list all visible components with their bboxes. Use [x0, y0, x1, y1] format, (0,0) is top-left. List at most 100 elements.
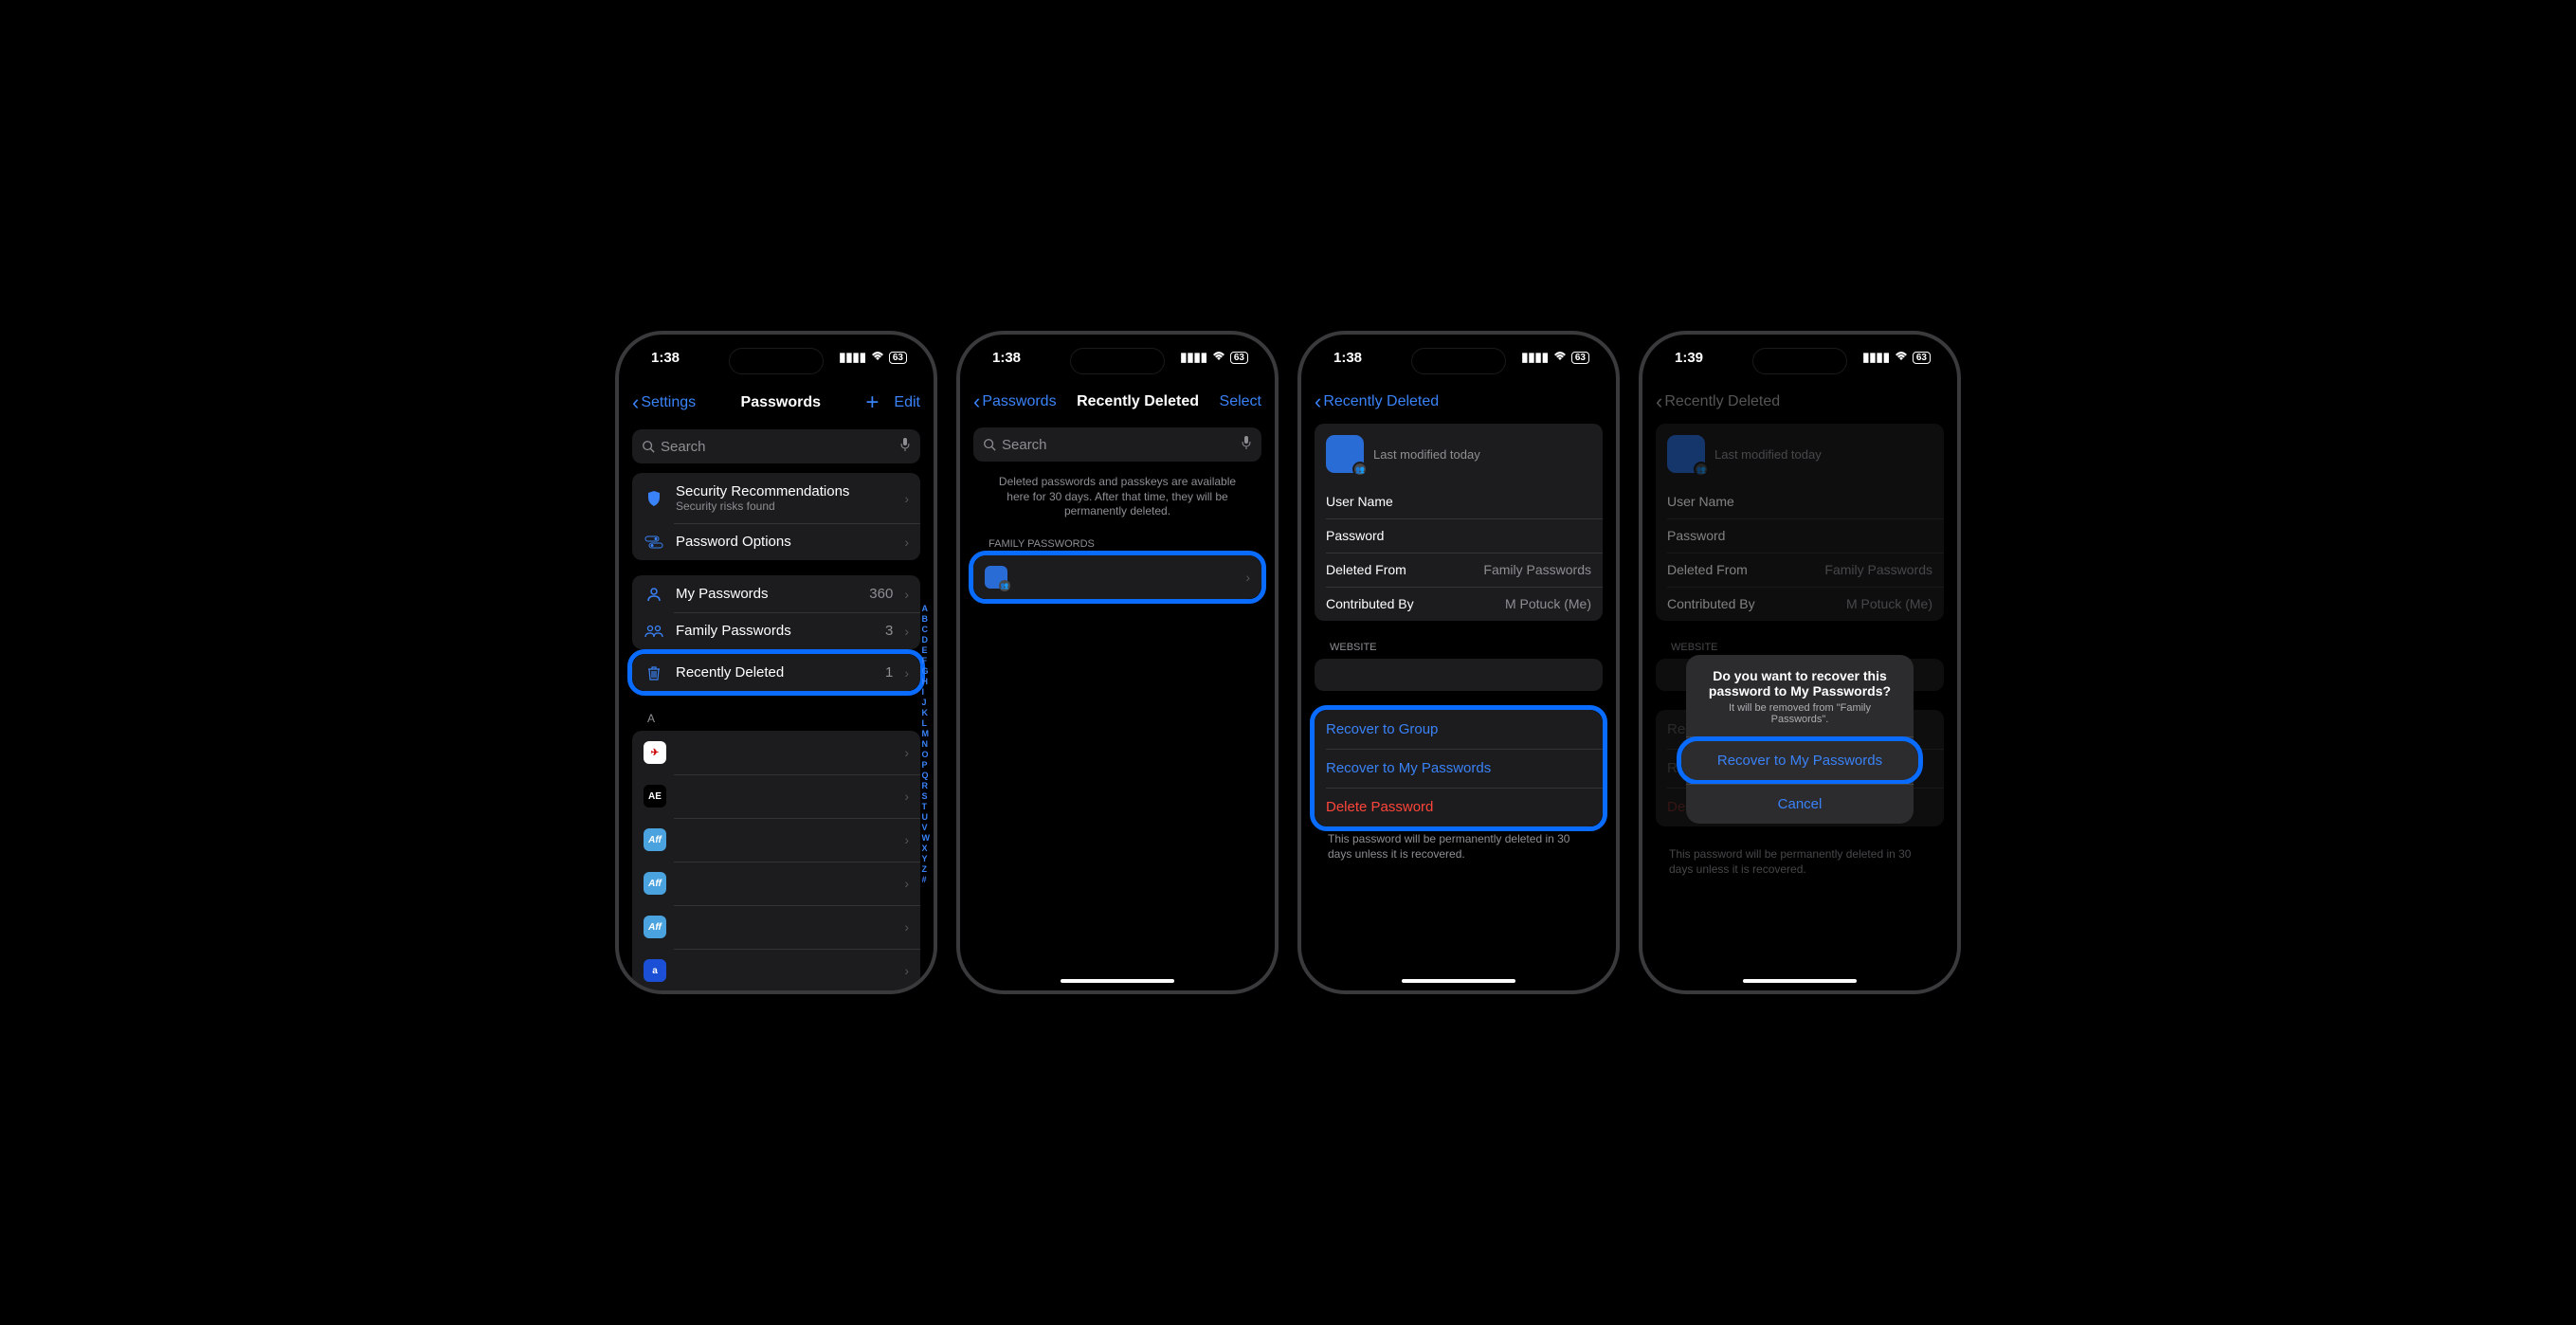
battery-icon: 63	[1913, 352, 1931, 364]
password-row[interactable]: Password	[1315, 518, 1603, 553]
list-item[interactable]: AE ›	[632, 774, 920, 818]
my-passwords[interactable]: My Passwords 360 ›	[632, 575, 920, 612]
recover-to-group-button[interactable]: Recover to Group	[1315, 710, 1603, 749]
back-button[interactable]: ‹ Settings	[632, 390, 696, 415]
search-input[interactable]: Search	[973, 427, 1261, 462]
cell-label: My Passwords	[676, 586, 858, 602]
website-header: WEBSITE	[1315, 636, 1603, 659]
alert-recover-button[interactable]: Recover to My Passwords	[1681, 741, 1918, 780]
back-button: ‹ Recently Deleted	[1656, 390, 1780, 414]
delete-password-button[interactable]: Delete Password	[1315, 788, 1603, 826]
app-icon: Aff	[644, 828, 666, 851]
back-label: Settings	[641, 394, 696, 411]
select-label: Select	[1220, 393, 1261, 410]
add-button[interactable]: +	[865, 390, 879, 416]
chevron-left-icon: ‹	[1315, 390, 1321, 414]
password-options[interactable]: Password Options ›	[632, 523, 920, 560]
list-item[interactable]: ✈›	[632, 731, 920, 774]
chevron-left-icon: ‹	[1656, 390, 1662, 414]
password-detail: 👥Last modified today User Name Password …	[1656, 424, 1944, 621]
back-button[interactable]: ‹ Recently Deleted	[1315, 390, 1439, 414]
chevron-right-icon: ›	[1245, 570, 1250, 585]
mic-icon[interactable]	[1241, 435, 1252, 454]
modified-label: Last modified today	[1714, 447, 1822, 462]
row-value: Family Passwords	[1483, 562, 1591, 577]
status-time: 1:39	[1675, 350, 1703, 366]
cell-label: Recently Deleted	[676, 664, 874, 681]
page-title: Passwords	[741, 394, 821, 411]
nav-bar: ‹ Settings Passwords + Edit	[619, 380, 934, 426]
battery-icon: 63	[1230, 352, 1248, 364]
chevron-right-icon: ›	[904, 789, 909, 804]
highlight-recently-deleted: Recently Deleted 1 ›	[627, 649, 925, 696]
back-button[interactable]: ‹ Passwords	[973, 390, 1057, 414]
deleted-from-row: Deleted FromFamily Passwords	[1656, 553, 1944, 587]
cell-count: 1	[885, 664, 893, 681]
list-item[interactable]: Aff›	[632, 818, 920, 862]
wifi-icon	[1894, 351, 1909, 365]
chevron-right-icon: ›	[904, 624, 909, 639]
cell-label: Family Passwords	[676, 623, 874, 639]
phone-3: 1:38 ▮▮▮▮ 63 ‹ Recently Deleted 👥 Last m…	[1297, 331, 1620, 994]
battery-icon: 63	[1571, 352, 1589, 364]
wifi-icon	[1211, 351, 1226, 365]
wifi-icon	[1552, 351, 1568, 365]
website-field[interactable]	[1315, 659, 1603, 691]
edit-button[interactable]: Edit	[894, 394, 920, 411]
password-list: ✈› AE› Aff› Aff› Aff› a›	[632, 731, 920, 990]
section-header-a: A	[632, 706, 920, 731]
cell-count: 3	[885, 623, 893, 639]
app-icon: 👥	[1326, 435, 1364, 473]
password-detail: 👥 Last modified today User Name Password…	[1315, 424, 1603, 621]
status-time: 1:38	[1333, 350, 1362, 366]
app-icon: 👥	[985, 566, 1007, 589]
recover-to-my-passwords-button[interactable]: Recover to My Passwords	[1315, 749, 1603, 788]
dynamic-island	[1070, 348, 1165, 374]
cell-sublabel: Security risks found	[676, 499, 893, 513]
phone-2: 1:38 ▮▮▮▮ 63 ‹ Passwords Recently Delete…	[956, 331, 1279, 994]
chevron-right-icon: ›	[904, 491, 909, 506]
shared-badge-icon: 👥	[1694, 462, 1709, 477]
chevron-right-icon: ›	[904, 745, 909, 760]
alpha-index[interactable]: ABCDEFGHIJKLMNOPQRSTUVWXYZ#	[922, 604, 931, 885]
chevron-right-icon: ›	[904, 919, 909, 935]
chevron-right-icon: ›	[904, 535, 909, 550]
home-indicator[interactable]	[1061, 979, 1174, 983]
mic-icon[interactable]	[899, 437, 911, 456]
home-indicator[interactable]	[1402, 979, 1515, 983]
app-icon: Aff	[644, 916, 666, 938]
shared-badge-icon: 👥	[999, 580, 1010, 591]
dynamic-island	[1411, 348, 1506, 374]
highlight-deleted-item: 👥 ›	[969, 551, 1266, 604]
deleted-item[interactable]: 👥 ›	[973, 555, 1261, 599]
chevron-right-icon: ›	[904, 665, 909, 681]
status-time: 1:38	[992, 350, 1021, 366]
recently-deleted[interactable]: Recently Deleted 1 ›	[632, 654, 920, 691]
home-indicator[interactable]	[1743, 979, 1857, 983]
username-row[interactable]: User Name	[1315, 484, 1603, 518]
status-right: ▮▮▮▮ 63	[1862, 350, 1931, 365]
alert-cancel-button[interactable]: Cancel	[1686, 785, 1914, 824]
highlight-actions: Recover to Group Recover to My Passwords…	[1310, 705, 1607, 831]
chevron-right-icon: ›	[904, 963, 909, 978]
row-value: M Potuck (Me)	[1505, 596, 1591, 611]
select-button[interactable]: Select	[1220, 393, 1261, 410]
list-item[interactable]: Aff ›	[632, 905, 920, 949]
family-passwords[interactable]: Family Passwords 3 ›	[632, 612, 920, 649]
status-time: 1:38	[651, 350, 680, 366]
battery-icon: 63	[889, 352, 907, 364]
shield-icon	[644, 490, 664, 507]
security-recommendations[interactable]: Security Recommendations Security risks …	[632, 473, 920, 523]
row-label: Contributed By	[1326, 596, 1414, 611]
app-icon: AE	[644, 785, 666, 808]
phone-1: 1:38 ▮▮▮▮ 63 ‹ Settings Passwords + Edit…	[615, 331, 937, 994]
row-label: Password	[1326, 528, 1384, 543]
nav-bar: ‹ Recently Deleted	[1301, 380, 1616, 424]
search-input[interactable]: Search	[632, 429, 920, 463]
trash-icon	[644, 665, 664, 681]
chevron-right-icon: ›	[904, 876, 909, 891]
list-item[interactable]: Aff›	[632, 862, 920, 905]
settings-group: Security Recommendations Security risks …	[632, 473, 920, 560]
list-item[interactable]: a›	[632, 949, 920, 990]
passwords-group: My Passwords 360 › Family Passwords 3 ›	[632, 575, 920, 649]
